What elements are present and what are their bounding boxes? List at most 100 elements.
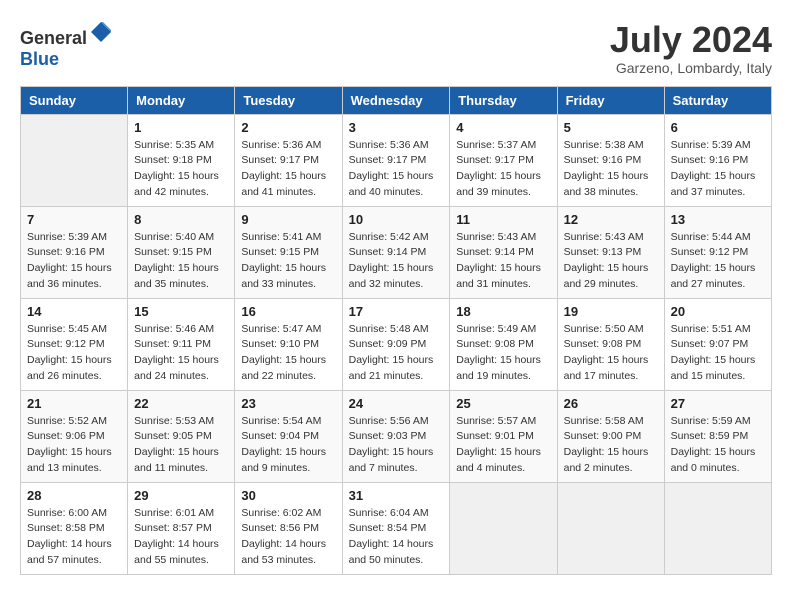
day-info: Sunrise: 5:40 AM Sunset: 9:15 PM Dayligh… bbox=[134, 230, 228, 293]
location: Garzeno, Lombardy, Italy bbox=[610, 60, 772, 76]
calendar-cell: 12Sunrise: 5:43 AM Sunset: 9:13 PM Dayli… bbox=[557, 206, 664, 298]
day-number: 25 bbox=[456, 396, 550, 411]
day-number: 13 bbox=[671, 212, 765, 227]
calendar-cell bbox=[664, 482, 771, 574]
day-info: Sunrise: 5:49 AM Sunset: 9:08 PM Dayligh… bbox=[456, 322, 550, 385]
day-number: 30 bbox=[241, 488, 335, 503]
calendar-cell: 2Sunrise: 5:36 AM Sunset: 9:17 PM Daylig… bbox=[235, 114, 342, 206]
calendar-cell: 16 Sunrise: 5:47 AM Sunset: 9:10 PM Dayli… bbox=[235, 298, 342, 390]
day-number: 1 bbox=[134, 120, 228, 135]
day-number: 31 bbox=[349, 488, 444, 503]
calendar-cell: 28 Sunrise: 6:00 AM Sunset: 8:58 PM Dayli… bbox=[21, 482, 128, 574]
calendar-cell: 18 Sunrise: 5:49 AM Sunset: 9:08 PM Dayli… bbox=[450, 298, 557, 390]
day-info: Sunrise: 5:36 AM Sunset: 9:17 PM Dayligh… bbox=[349, 138, 444, 201]
day-number: 24 bbox=[349, 396, 444, 411]
day-info: Sunrise: 5:37 AM Sunset: 9:17 PM Dayligh… bbox=[456, 138, 550, 201]
column-header-saturday: Saturday bbox=[664, 86, 771, 114]
column-header-tuesday: Tuesday bbox=[235, 86, 342, 114]
day-info: Sunrise: 5:54 AM Sunset: 9:04 PM Dayligh… bbox=[241, 414, 335, 477]
calendar-cell: 15 Sunrise: 5:46 AM Sunset: 9:11 PM Dayli… bbox=[128, 298, 235, 390]
calendar-cell: 30 Sunrise: 6:02 AM Sunset: 8:56 PM Dayli… bbox=[235, 482, 342, 574]
day-number: 29 bbox=[134, 488, 228, 503]
day-info: Sunrise: 5:59 AM Sunset: 8:59 PM Dayligh… bbox=[671, 414, 765, 477]
week-row-3: 14 Sunrise: 5:45 AM Sunset: 9:12 PM Dayli… bbox=[21, 298, 772, 390]
day-info: Sunrise: 5:57 AM Sunset: 9:01 PM Dayligh… bbox=[456, 414, 550, 477]
calendar-cell: 25 Sunrise: 5:57 AM Sunset: 9:01 PM Dayli… bbox=[450, 390, 557, 482]
day-number: 18 bbox=[456, 304, 550, 319]
calendar-cell: 13 Sunrise: 5:44 AM Sunset: 9:12 PM Dayli… bbox=[664, 206, 771, 298]
month-title: July 2024 bbox=[610, 20, 772, 60]
day-number: 19 bbox=[564, 304, 658, 319]
week-row-1: 1 Sunrise: 5:35 AM Sunset: 9:18 PM Daylig… bbox=[21, 114, 772, 206]
calendar-cell: 1 Sunrise: 5:35 AM Sunset: 9:18 PM Daylig… bbox=[128, 114, 235, 206]
calendar-cell: 27 Sunrise: 5:59 AM Sunset: 8:59 PM Dayli… bbox=[664, 390, 771, 482]
day-number: 11 bbox=[456, 212, 550, 227]
calendar-cell: 8 Sunrise: 5:40 AM Sunset: 9:15 PM Daylig… bbox=[128, 206, 235, 298]
day-number: 16 bbox=[241, 304, 335, 319]
day-info: Sunrise: 5:44 AM Sunset: 9:12 PM Dayligh… bbox=[671, 230, 765, 293]
day-number: 28 bbox=[27, 488, 121, 503]
day-info: Sunrise: 5:39 AM Sunset: 9:16 PM Dayligh… bbox=[671, 138, 765, 201]
day-info: Sunrise: 6:00 AM Sunset: 8:58 PM Dayligh… bbox=[27, 506, 121, 569]
day-info: Sunrise: 5:45 AM Sunset: 9:12 PM Dayligh… bbox=[27, 322, 121, 385]
day-info: Sunrise: 5:35 AM Sunset: 9:18 PM Dayligh… bbox=[134, 138, 228, 201]
logo-blue: Blue bbox=[20, 49, 59, 69]
day-info: Sunrise: 5:47 AM Sunset: 9:10 PM Dayligh… bbox=[241, 322, 335, 385]
day-info: Sunrise: 5:43 AM Sunset: 9:14 PM Dayligh… bbox=[456, 230, 550, 293]
calendar-cell bbox=[557, 482, 664, 574]
day-number: 17 bbox=[349, 304, 444, 319]
day-number: 26 bbox=[564, 396, 658, 411]
day-number: 8 bbox=[134, 212, 228, 227]
day-number: 20 bbox=[671, 304, 765, 319]
logo: General Blue bbox=[20, 20, 113, 70]
calendar-cell: 19Sunrise: 5:50 AM Sunset: 9:08 PM Dayli… bbox=[557, 298, 664, 390]
calendar-cell bbox=[450, 482, 557, 574]
column-header-friday: Friday bbox=[557, 86, 664, 114]
day-info: Sunrise: 6:04 AM Sunset: 8:54 PM Dayligh… bbox=[349, 506, 444, 569]
calendar-cell: 11 Sunrise: 5:43 AM Sunset: 9:14 PM Dayli… bbox=[450, 206, 557, 298]
title-section: July 2024 Garzeno, Lombardy, Italy bbox=[610, 20, 772, 76]
day-number: 21 bbox=[27, 396, 121, 411]
calendar-cell: 4 Sunrise: 5:37 AM Sunset: 9:17 PM Daylig… bbox=[450, 114, 557, 206]
calendar-cell: 10Sunrise: 5:42 AM Sunset: 9:14 PM Dayli… bbox=[342, 206, 450, 298]
day-info: Sunrise: 5:58 AM Sunset: 9:00 PM Dayligh… bbox=[564, 414, 658, 477]
day-info: Sunrise: 6:02 AM Sunset: 8:56 PM Dayligh… bbox=[241, 506, 335, 569]
calendar-cell bbox=[21, 114, 128, 206]
logo-icon bbox=[89, 20, 113, 44]
day-number: 5 bbox=[564, 120, 658, 135]
day-number: 14 bbox=[27, 304, 121, 319]
column-header-wednesday: Wednesday bbox=[342, 86, 450, 114]
day-info: Sunrise: 5:41 AM Sunset: 9:15 PM Dayligh… bbox=[241, 230, 335, 293]
calendar-cell: 9Sunrise: 5:41 AM Sunset: 9:15 PM Daylig… bbox=[235, 206, 342, 298]
day-number: 7 bbox=[27, 212, 121, 227]
week-row-5: 28 Sunrise: 6:00 AM Sunset: 8:58 PM Dayli… bbox=[21, 482, 772, 574]
day-info: Sunrise: 5:51 AM Sunset: 9:07 PM Dayligh… bbox=[671, 322, 765, 385]
day-info: Sunrise: 5:56 AM Sunset: 9:03 PM Dayligh… bbox=[349, 414, 444, 477]
calendar-cell: 7Sunrise: 5:39 AM Sunset: 9:16 PM Daylig… bbox=[21, 206, 128, 298]
day-number: 4 bbox=[456, 120, 550, 135]
column-header-sunday: Sunday bbox=[21, 86, 128, 114]
day-info: Sunrise: 5:52 AM Sunset: 9:06 PM Dayligh… bbox=[27, 414, 121, 477]
day-number: 15 bbox=[134, 304, 228, 319]
day-number: 10 bbox=[349, 212, 444, 227]
calendar-table: SundayMondayTuesdayWednesdayThursdayFrid… bbox=[20, 86, 772, 575]
day-info: Sunrise: 5:53 AM Sunset: 9:05 PM Dayligh… bbox=[134, 414, 228, 477]
calendar-cell: 20 Sunrise: 5:51 AM Sunset: 9:07 PM Dayli… bbox=[664, 298, 771, 390]
day-info: Sunrise: 5:43 AM Sunset: 9:13 PM Dayligh… bbox=[564, 230, 658, 293]
day-number: 27 bbox=[671, 396, 765, 411]
calendar-cell: 6 Sunrise: 5:39 AM Sunset: 9:16 PM Daylig… bbox=[664, 114, 771, 206]
page-header: General Blue July 2024 Garzeno, Lombardy… bbox=[20, 20, 772, 76]
calendar-cell: 22Sunrise: 5:53 AM Sunset: 9:05 PM Dayli… bbox=[128, 390, 235, 482]
day-info: Sunrise: 5:48 AM Sunset: 9:09 PM Dayligh… bbox=[349, 322, 444, 385]
day-number: 3 bbox=[349, 120, 444, 135]
logo-general: General bbox=[20, 28, 87, 48]
header-row: SundayMondayTuesdayWednesdayThursdayFrid… bbox=[21, 86, 772, 114]
day-number: 6 bbox=[671, 120, 765, 135]
calendar-cell: 26 Sunrise: 5:58 AM Sunset: 9:00 PM Dayli… bbox=[557, 390, 664, 482]
day-info: Sunrise: 6:01 AM Sunset: 8:57 PM Dayligh… bbox=[134, 506, 228, 569]
day-info: Sunrise: 5:38 AM Sunset: 9:16 PM Dayligh… bbox=[564, 138, 658, 201]
calendar-cell: 21 Sunrise: 5:52 AM Sunset: 9:06 PM Dayli… bbox=[21, 390, 128, 482]
week-row-4: 21 Sunrise: 5:52 AM Sunset: 9:06 PM Dayli… bbox=[21, 390, 772, 482]
column-header-monday: Monday bbox=[128, 86, 235, 114]
day-info: Sunrise: 5:46 AM Sunset: 9:11 PM Dayligh… bbox=[134, 322, 228, 385]
